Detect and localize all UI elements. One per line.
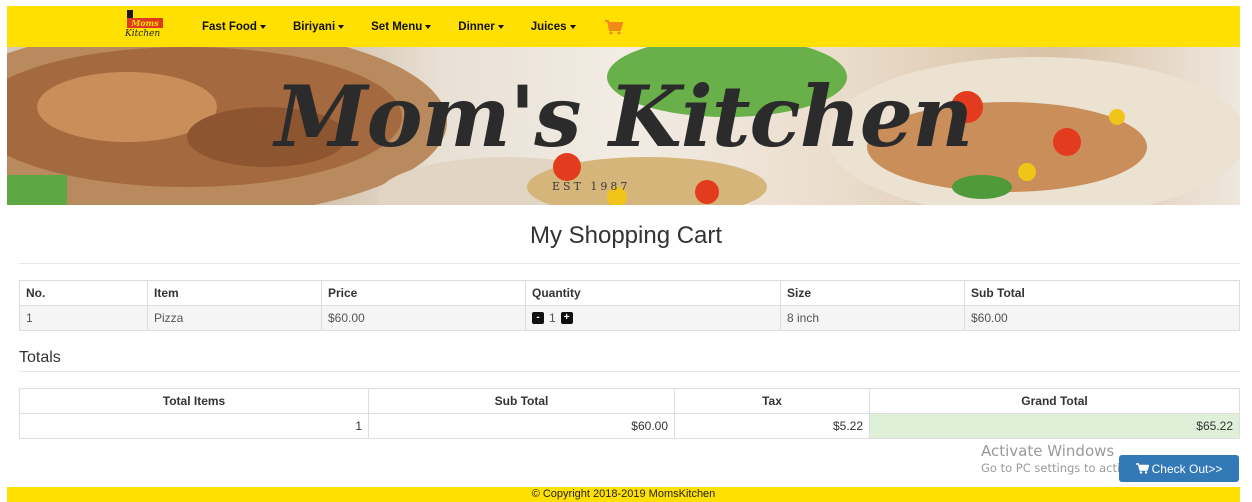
grand-total-value: $65.22: [869, 413, 1240, 439]
table-header-row: Total Items Sub Total Tax Grand Total: [19, 388, 1240, 414]
hero-banner: Mom's Kitchen EST 1987: [7, 47, 1240, 205]
nav-menu: Fast Food Biriyani Set Menu Dinner Juice…: [202, 6, 624, 47]
tax-value: $5.22: [674, 413, 870, 439]
navbar: Moms Kitchen Fast Food Biriyani Set Menu…: [7, 6, 1240, 47]
row-number: 1: [19, 305, 148, 331]
site-logo[interactable]: Moms Kitchen: [117, 8, 169, 46]
nav-item-dinner[interactable]: Dinner: [458, 20, 504, 33]
footer: © Copyright 2018-2019 MomsKitchen: [7, 487, 1240, 502]
column-header: Quantity: [525, 280, 781, 306]
column-header: Size: [780, 280, 965, 306]
table-header-row: No. Item Price Quantity Size Sub Total: [19, 280, 1240, 306]
caret-down-icon: [569, 24, 576, 29]
shopping-cart-icon: [1135, 463, 1149, 474]
caret-down-icon: [497, 24, 504, 29]
increase-quantity-button[interactable]: +: [560, 312, 573, 325]
quantity-value: 1: [549, 311, 556, 326]
sub-total-value: $60.00: [368, 413, 675, 439]
logo-top-text: Moms: [127, 18, 163, 28]
caret-down-icon: [425, 24, 432, 29]
column-header: No.: [19, 280, 148, 306]
divider: [19, 263, 1240, 264]
decrease-quantity-button[interactable]: -: [532, 312, 544, 325]
item-subtotal: $60.00: [964, 305, 1240, 331]
column-header: Tax: [674, 388, 870, 414]
nav-item-fast-food[interactable]: Fast Food: [202, 21, 266, 33]
column-header: Item: [147, 280, 322, 306]
column-header: Sub Total: [368, 388, 675, 414]
item-size: 8 inch: [780, 305, 965, 331]
page-title: My Shopping Cart: [529, 222, 723, 249]
column-header: Total Items: [19, 388, 369, 414]
cart-table: No. Item Price Quantity Size Sub Total 1…: [19, 280, 1240, 331]
table-row: 1 $60.00 $5.22 $65.22: [19, 413, 1240, 439]
caret-down-icon: [259, 24, 266, 29]
nav-item-label: Dinner: [458, 20, 495, 33]
item-price: $60.00: [321, 305, 526, 331]
column-header: Sub Total: [964, 280, 1240, 306]
item-name: Pizza: [147, 305, 322, 331]
banner-subtitle: EST 1987: [552, 180, 631, 193]
nav-item-set-menu[interactable]: Set Menu: [371, 20, 432, 33]
checkout-label: Check Out>>: [1151, 461, 1223, 476]
checkout-button[interactable]: Check Out>>: [1119, 455, 1239, 482]
totals-table: Total Items Sub Total Tax Grand Total 1 …: [19, 388, 1240, 439]
nav-item-label: Fast Food: [202, 20, 257, 33]
banner-title: Mom's Kitchen: [274, 67, 974, 166]
divider: [19, 371, 1240, 372]
quantity-stepper: -1 +: [525, 305, 781, 331]
shopping-cart-icon[interactable]: [604, 19, 624, 35]
totals-heading: Totals: [19, 349, 61, 366]
nav-item-label: Biriyani: [292, 20, 336, 33]
table-row: 1 Pizza $60.00 -1 + 8 inch $60.00: [19, 305, 1240, 331]
column-header: Price: [321, 280, 526, 306]
caret-down-icon: [338, 24, 345, 29]
total-items-value: 1: [19, 413, 369, 439]
nav-item-label: Juices: [530, 20, 567, 33]
nav-item-biriyani[interactable]: Biriyani: [292, 20, 345, 33]
logo-bottom-text: Kitchen: [125, 29, 161, 39]
column-header: Grand Total: [869, 388, 1240, 414]
nav-item-label: Set Menu: [371, 20, 423, 33]
nav-item-juices[interactable]: Juices: [531, 21, 576, 33]
